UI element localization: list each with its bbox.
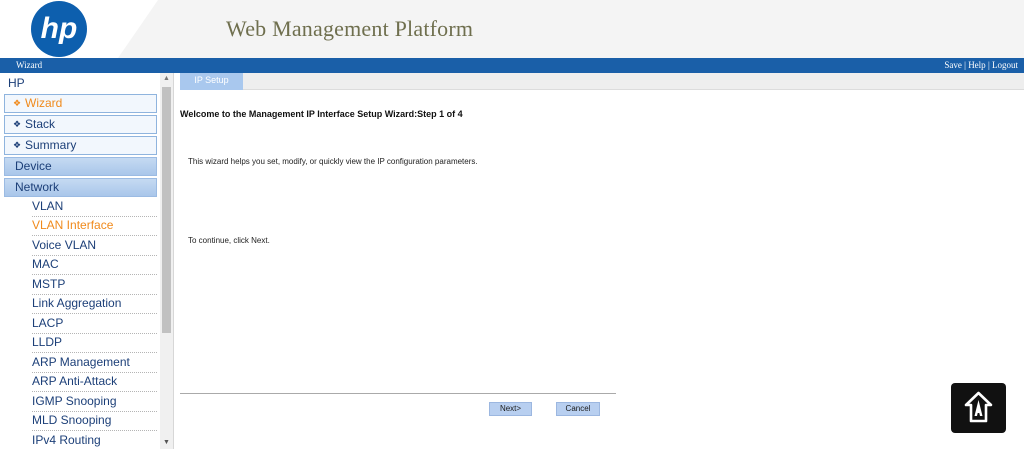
wizard-heading: Welcome to the Management IP Interface S… [180,109,463,119]
sidebar-item-ipv4-routing[interactable]: IPv4 Routing [32,432,157,449]
save-link[interactable]: Save [944,60,962,70]
sidebar-item-label: Stack [25,117,56,131]
scrollbar-thumb[interactable] [162,87,171,333]
sidebar-item-lldp[interactable]: LLDP [32,334,157,353]
sidebar-item-label: Summary [25,138,77,152]
sidebar-item-mstp[interactable]: MSTP [32,276,157,295]
app-header: hp Web Management Platform [0,0,1024,58]
breadcrumb: Wizard [16,60,43,70]
sidebar-section-network[interactable]: Network [4,178,157,197]
wizard-continue-hint: To continue, click Next. [188,236,270,245]
diamond-icon: ❖ [13,98,22,108]
header-logo-slant [118,0,158,58]
sidebar-item-link-aggregation[interactable]: Link Aggregation [32,295,157,314]
sidebar-item-voice-vlan[interactable]: Voice VLAN [32,237,157,256]
diamond-icon: ❖ [13,140,22,150]
sidebar-item-label: Wizard [25,96,63,110]
sidebar-item-arp-management[interactable]: ARP Management [32,354,157,373]
sidebar-item-mac[interactable]: MAC [32,256,157,275]
sidebar-item-igmp-snooping[interactable]: IGMP Snooping [32,393,157,412]
cancel-button[interactable]: Cancel [556,402,600,416]
diamond-icon: ❖ [13,119,22,129]
tab-ip-setup[interactable]: IP Setup [180,73,243,90]
next-button[interactable]: Next> [489,402,532,416]
tab-bar: IP Setup [180,73,1024,90]
sidebar-item-mld-snooping[interactable]: MLD Snooping [32,412,157,431]
wizard-description: This wizard helps you set, modify, or qu… [188,157,478,166]
sidebar-item-wizard[interactable]: ❖ Wizard [4,94,157,113]
sidebar-item-stack[interactable]: ❖ Stack [4,115,157,134]
sidebar-item-summary[interactable]: ❖ Summary [4,136,157,155]
scroll-down-icon[interactable]: ▼ [160,437,173,449]
sidebar-scrollbar[interactable]: ▲ ▼ [160,73,173,449]
sidebar-item-vlan[interactable]: VLAN [32,198,157,217]
sidebar-section-device[interactable]: Device [4,157,157,176]
top-bar: Wizard Save | Help | Logout [0,58,1024,73]
hp-logo-text: hp [41,12,78,45]
top-links: Save | Help | Logout [944,58,1018,73]
help-link[interactable]: Help [968,60,986,70]
button-divider [180,393,616,394]
logout-link[interactable]: Logout [992,60,1018,70]
hp-logo: hp [31,1,87,57]
sidebar: HP ❖ Wizard ❖ Stack ❖ Summary Device Networ… [0,73,174,449]
badge-logo-icon [964,391,993,423]
sidebar-item-arp-anti-attack[interactable]: ARP Anti-Attack [32,373,157,392]
sidebar-item-vlan-interface[interactable]: VLAN Interface [32,217,157,236]
sidebar-item-lacp[interactable]: LACP [32,315,157,334]
scroll-up-icon[interactable]: ▲ [160,73,173,85]
floating-app-badge[interactable] [951,383,1006,433]
sidebar-root-label[interactable]: HP [8,76,25,90]
app-title: Web Management Platform [226,16,474,41]
